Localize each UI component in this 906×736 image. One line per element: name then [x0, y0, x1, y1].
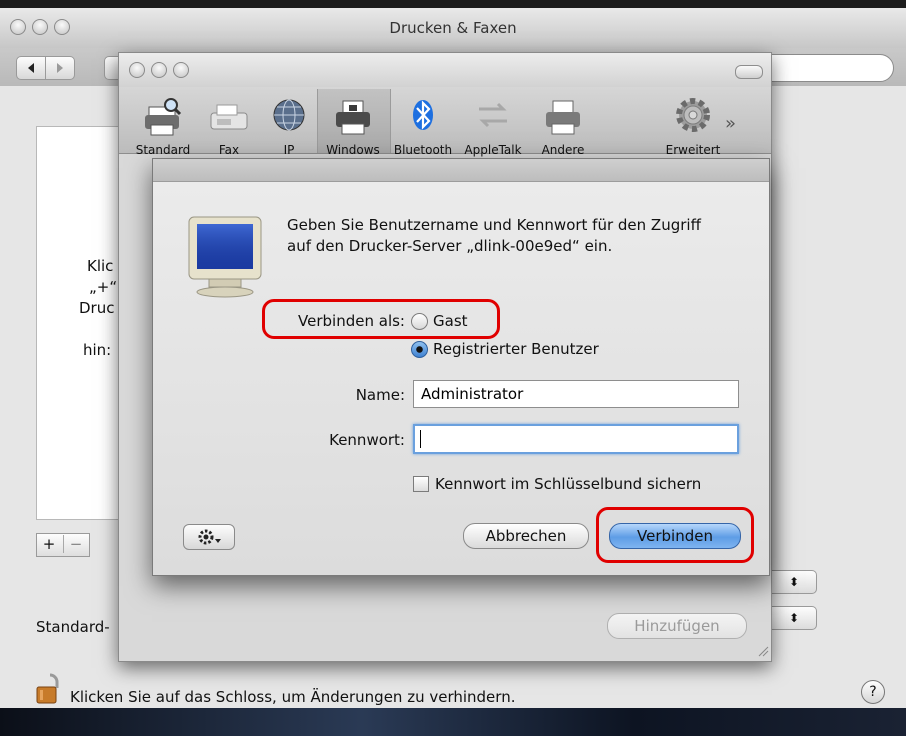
toolbar-label: Andere [541, 143, 585, 157]
resize-grip-icon[interactable] [757, 645, 769, 657]
lock-icon[interactable] [36, 672, 60, 704]
gear-icon [676, 98, 710, 132]
toolbar-standard[interactable]: Standard [127, 95, 199, 157]
cancel-button[interactable]: Abbrechen [463, 523, 589, 549]
toolbar-toggle-button[interactable] [735, 65, 763, 79]
name-label: Name: [355, 386, 405, 404]
toolbar-erweitert[interactable]: Erweitert [657, 95, 729, 157]
action-menu-button[interactable] [183, 524, 235, 550]
lock-hint-text: Klicken Sie auf das Schloss, um Änderung… [70, 688, 516, 706]
keychain-option[interactable]: Kennwort im Schlüsselbund sichern [413, 475, 701, 493]
popup-stepper[interactable]: ⬍ [772, 570, 817, 594]
dialog-message: Geben Sie Benutzername und Kennwort für … [287, 216, 701, 255]
help-button[interactable]: ? [861, 680, 885, 704]
toolbar-label: Bluetooth [393, 143, 453, 157]
annotation-connect-as [262, 299, 500, 339]
list-text: Klic [87, 257, 114, 275]
forward-arrow-icon [57, 63, 63, 73]
registered-user-radio[interactable] [411, 340, 428, 358]
printer-list[interactable]: Klic „+“ Druc hin: [36, 126, 120, 520]
list-text: hin: [83, 341, 112, 359]
window-titlebar: Drucken & Faxen [0, 8, 906, 48]
toolbar-appletalk[interactable]: AppleTalk [457, 95, 529, 157]
password-label: Kennwort: [329, 431, 405, 449]
printer-magnifier-icon [145, 98, 182, 136]
zoom-window-button[interactable] [173, 62, 189, 78]
add-printer-button[interactable]: + [37, 535, 61, 553]
desktop-background [0, 708, 906, 736]
windows-printer-icon [336, 100, 370, 135]
add-remove-control: + − [36, 533, 90, 557]
toolbar-label: Standard [135, 143, 191, 157]
default-printer-label: Standard- [36, 618, 110, 636]
appletalk-icon [479, 102, 507, 128]
back-nav-button[interactable] [16, 56, 46, 80]
toolbar-label: AppleTalk [464, 143, 522, 157]
forward-nav-button[interactable] [45, 56, 75, 80]
toolbar-label: IP [283, 143, 295, 157]
toolbar-andere[interactable]: Andere [527, 95, 599, 157]
list-text: „+“ [89, 278, 118, 296]
bluetooth-icon [413, 100, 433, 130]
fax-icon [210, 104, 248, 130]
back-arrow-icon [28, 63, 34, 73]
keychain-label: Kennwort im Schlüsselbund sichern [435, 475, 702, 493]
toolbar-label: Windows [326, 143, 380, 157]
add-button[interactable]: Hinzufügen [607, 613, 747, 639]
default-printer-popup[interactable]: ⬍ [772, 606, 817, 630]
toolbar-windows[interactable]: Windows [317, 95, 389, 157]
printer-icon [546, 100, 580, 135]
gear-icon [198, 529, 221, 545]
globe-icon [273, 99, 305, 131]
minimize-window-button[interactable] [151, 62, 167, 78]
toolbar-overflow-chevron-icon[interactable]: » [725, 113, 736, 134]
keychain-checkbox[interactable] [413, 476, 429, 492]
name-field[interactable] [413, 380, 739, 408]
toolbar-label: Erweitert [665, 143, 721, 157]
computer-monitor-icon [188, 216, 262, 298]
registered-user-radio-option[interactable]: Registrierter Benutzer [411, 340, 599, 358]
dialog-header-bar [153, 159, 769, 182]
annotation-connect-button [596, 507, 754, 563]
window-title: Drucken & Faxen [389, 19, 517, 37]
registered-user-radio-label: Registrierter Benutzer [433, 340, 599, 358]
remove-printer-button[interactable]: − [63, 535, 88, 553]
toolbar-ip[interactable]: IP [253, 95, 325, 157]
password-field[interactable] [413, 424, 739, 454]
toolbar-bluetooth[interactable]: Bluetooth [387, 95, 459, 157]
text-cursor [420, 430, 421, 448]
sheet-titlebar [119, 53, 771, 87]
list-text: Druc [79, 299, 115, 317]
close-window-button[interactable] [129, 62, 145, 78]
